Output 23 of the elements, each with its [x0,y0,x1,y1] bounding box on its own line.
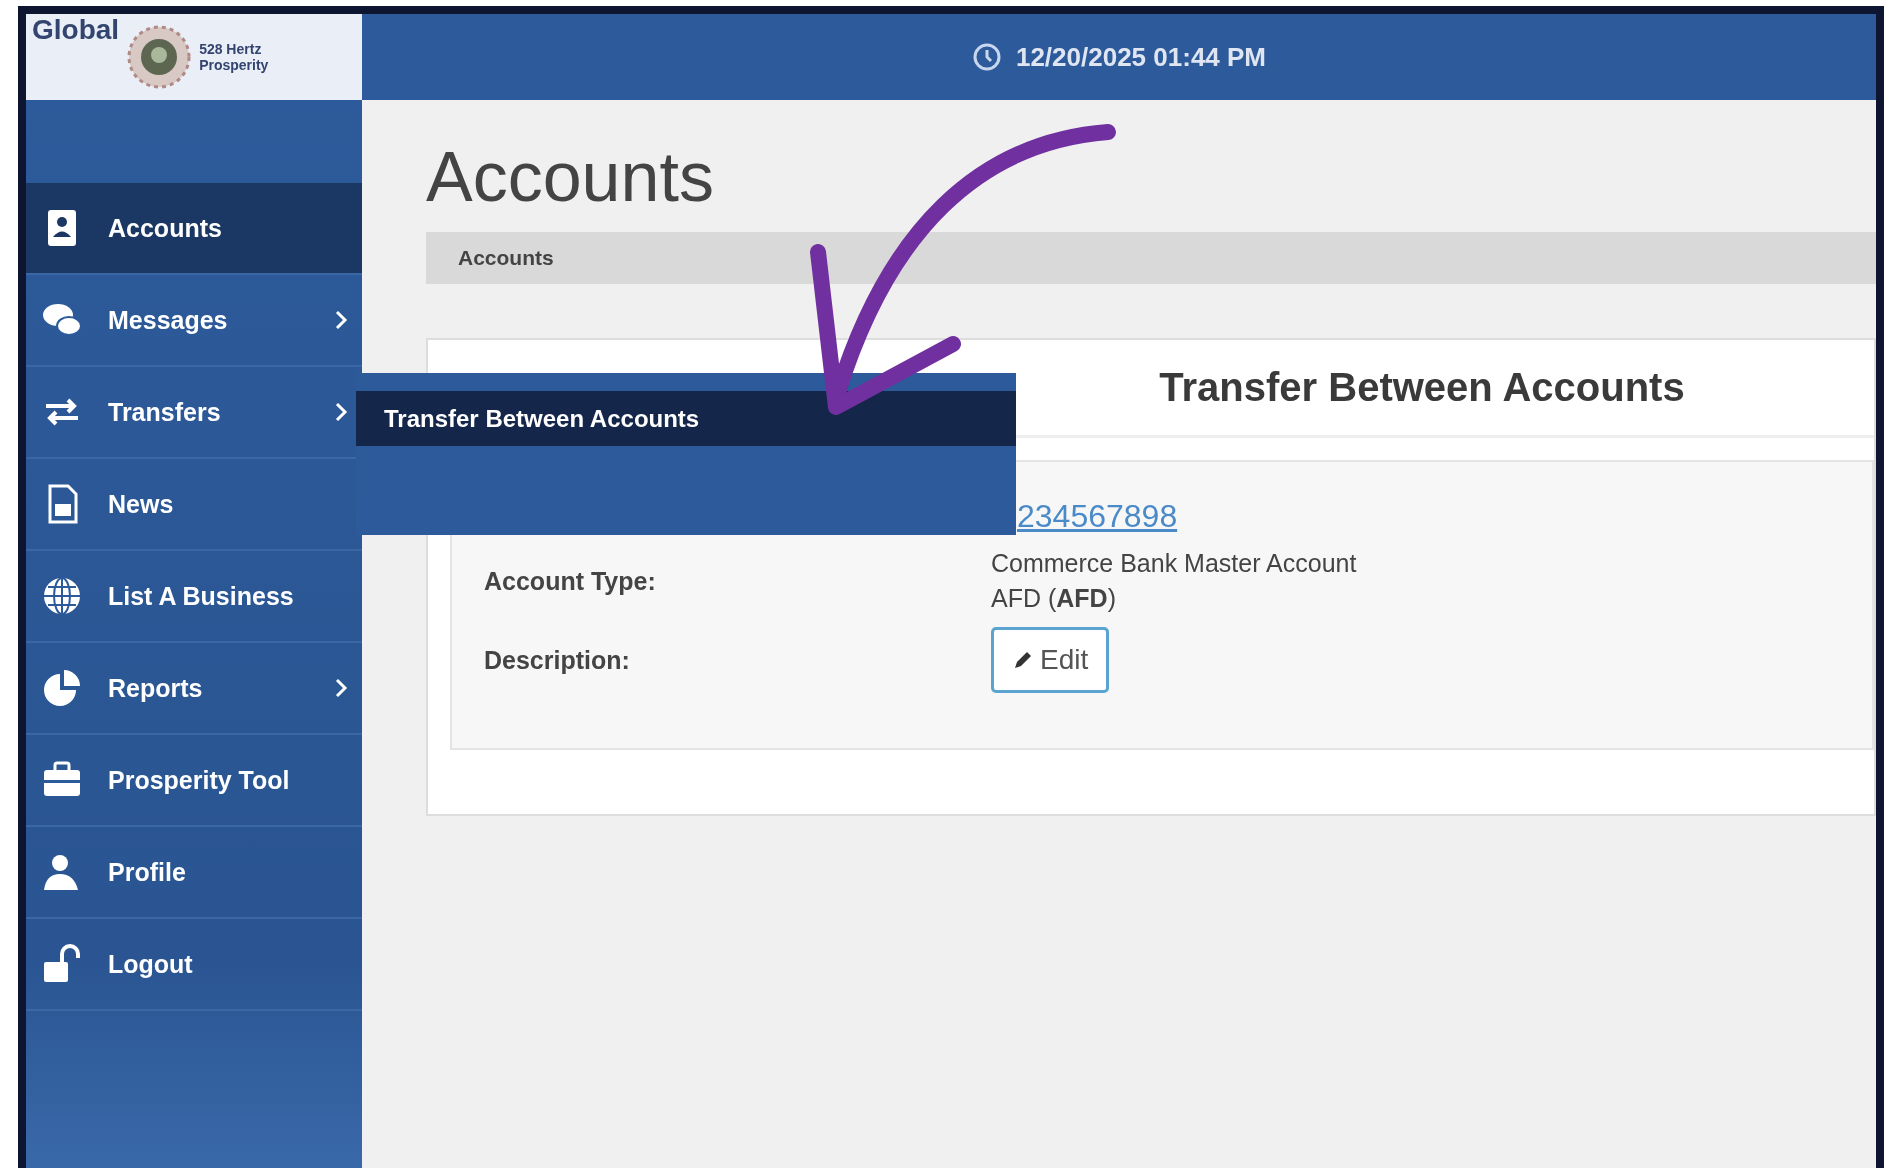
sidebar-item[interactable]: Logout [26,919,362,1011]
sidebar-item[interactable]: News [26,459,362,551]
clock-icon [971,42,1002,72]
breadcrumb-item[interactable]: Accounts [458,246,554,270]
field-label: Account Type: [484,566,657,596]
sidebar-item[interactable]: Profile [26,827,362,919]
logo-tagline: 528 Hertz [199,41,263,57]
sidebar-item[interactable]: Messages [26,275,362,367]
date-time: 12/20/2025 01:44 PM [1015,41,1267,73]
page-title: Accounts [426,137,715,218]
sidebar-item[interactable]: Accounts [26,183,362,275]
submenu-item[interactable]: Transfer Between Accounts [356,391,1016,446]
field-label: Description: [484,645,631,675]
edit-button[interactable]: Edit [991,627,1110,693]
field-value: Commerce Bank Master Account [991,549,1357,578]
sidebar-item[interactable]: List A Business [26,551,362,643]
logo-tagline: Prosperity [199,57,269,73]
logo-name: Global [32,14,120,46]
sidebar-item[interactable]: Reports [26,643,362,735]
sidebar-item[interactable]: Prosperity Tool [26,735,362,827]
pencil-icon [1012,649,1034,671]
field-value: AFD (AFD) [991,584,1116,613]
seal-icon [127,25,192,89]
